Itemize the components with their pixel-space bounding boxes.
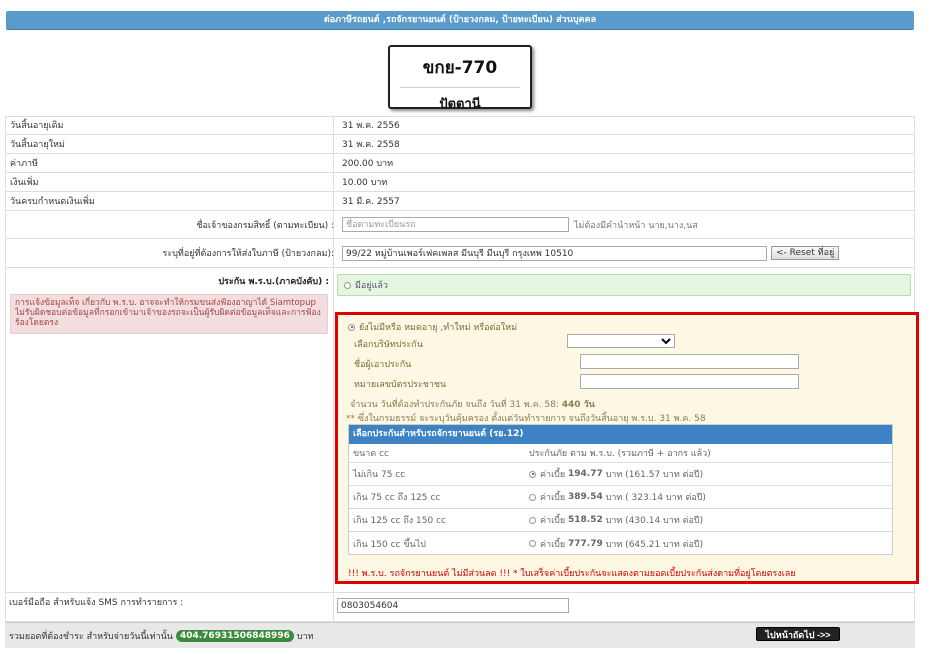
premium-prefix: ค่าเบี้ย xyxy=(540,493,566,503)
no-discount-note: !!! พ.ร.บ. รถจักรยานยนต์ ไม่มีส่วนลด !!!… xyxy=(348,569,796,579)
row-label: วันสิ้นอายุเดิม xyxy=(10,121,64,131)
owner-hint: ไม่ต้องมีคำนำหน้า นาย,นาง,นส xyxy=(574,220,698,231)
id-card-input[interactable] xyxy=(580,374,799,389)
table-row[interactable]: ไม่เกิน 75 cc ค่าเบี้ย 194.77 บาท (161.5… xyxy=(349,463,892,486)
insurance-new-option[interactable]: ยังไม่มีหรือ หมดอายุ ,ทำใหม่ หรือต่อใหม่ xyxy=(348,320,517,334)
row-label: ค่าภาษี xyxy=(10,159,38,169)
premium-prefix: ค่าเบี้ย xyxy=(540,516,566,526)
premium-radio-icon[interactable] xyxy=(529,493,536,501)
address-input[interactable] xyxy=(342,245,767,261)
premium-amount: 194.77 xyxy=(568,469,603,479)
license-plate: ขกย-770 ปัตตานี xyxy=(388,45,532,112)
days-value: 440 วัน xyxy=(561,400,595,410)
premium-table-header: ขนาด cc ประกันภัย ตาม พ.ร.บ. (รวมภาษี + … xyxy=(349,444,892,463)
insurance-have-label: มีอยู่แล้ว xyxy=(355,281,388,291)
address-label: ระบุที่อยู่ที่ต้องการให้ส่งใบภาษี (ป้ายว… xyxy=(162,249,334,259)
insured-name-input[interactable] xyxy=(580,354,799,369)
insurance-existing-option[interactable]: มีอยู่แล้ว xyxy=(337,274,911,296)
premium-amount: 518.52 xyxy=(568,515,603,525)
row-label: เงินเพิ่ม xyxy=(10,178,39,188)
premium-amount: 389.54 xyxy=(568,492,603,502)
row-size: เกิน 150 cc ขึ้นไป xyxy=(353,539,426,550)
company-label: เลือกบริษัทประกัน xyxy=(354,340,423,350)
insurance-label: ประกัน พ.ร.บ.(ภาคบังคับ) : xyxy=(218,277,329,287)
radio-new-icon[interactable] xyxy=(348,323,355,331)
insurance-company-select[interactable] xyxy=(567,334,675,348)
premium-suffix: บาท (161.57 บาท ต่อปี) xyxy=(605,470,704,480)
row-surcharge-due: วันครบกำหนดเงินเพิ่ม 31 มี.ค. 2557 xyxy=(5,192,915,211)
insurance-label-wrap: ประกัน พ.ร.บ.(ภาคบังคับ) : xyxy=(5,274,329,288)
row-value: 31 พ.ค. 2558 xyxy=(342,140,400,150)
table-row[interactable]: เกิน 75 cc ถึง 125 cc ค่าเบี้ย 389.54 บา… xyxy=(349,486,892,509)
row-size: เกิน 125 cc ถึง 150 cc xyxy=(353,516,446,526)
premium-radio-icon[interactable] xyxy=(529,516,536,524)
owner-name-input[interactable] xyxy=(342,217,569,232)
row-value: 10.00 บาท xyxy=(342,178,388,188)
radio-have-icon[interactable] xyxy=(344,281,351,289)
premium-suffix: บาท (430.14 บาท ต่อปี) xyxy=(605,516,704,526)
col-size-header: ขนาด cc xyxy=(353,449,389,459)
row-label: วันสิ้นอายุใหม่ xyxy=(10,140,65,150)
row-owner: ชื่อเจ้าของกรมสิทธิ์ (ตามทะเบียน) : ไม่ต… xyxy=(5,211,915,239)
days-line: จำนวน วันที่ต้องทำประกันภัย จนถึง วันที่… xyxy=(350,397,595,411)
coverage-note: ** ซึ่งในกรมธรรม์ จะระบุวันคุ้มครอง ตั้ง… xyxy=(346,414,706,424)
row-label: วันครบกำหนดเงินเพิ่ม xyxy=(10,197,95,207)
days-text: จำนวน วันที่ต้องทำประกันภัย จนถึง วันที่… xyxy=(350,400,559,410)
sms-phone-input[interactable] xyxy=(337,598,569,613)
premium-prefix: ค่าเบี้ย xyxy=(540,470,566,480)
insurance-new-section: ยังไม่มีหรือ หมดอายุ ,ทำใหม่ หรือต่อใหม่… xyxy=(335,312,919,584)
premium-suffix: บาท ( 323.14 บาท ต่อปี) xyxy=(605,493,706,503)
total-prefix: รวมยอดที่ต้องชำระ สำหรับจ่ายวันนี้เท่านั… xyxy=(9,631,173,642)
plate-divider xyxy=(400,87,520,88)
row-tax: ค่าภาษี 200.00 บาท xyxy=(5,154,915,173)
table-row[interactable]: เกิน 150 cc ขึ้นไป ค่าเบี้ย 777.79 บาท (… xyxy=(349,532,892,555)
row-address: ระบุที่อยู่ที่ต้องการให้ส่งใบภาษี (ป้ายว… xyxy=(5,239,915,268)
premium-suffix: บาท (645.21 บาท ต่อปี) xyxy=(605,539,704,550)
row-size: ไม่เกิน 75 cc xyxy=(353,470,406,480)
total-suffix: บาท xyxy=(296,631,314,642)
reset-address-button[interactable]: <- Reset ที่อยู่ xyxy=(771,246,840,260)
row-value: 200.00 บาท xyxy=(342,159,394,169)
row-value: 31 มี.ค. 2557 xyxy=(342,197,400,207)
insurance-new-label: ยังไม่มีหรือ หมดอายุ ,ทำใหม่ หรือต่อใหม่ xyxy=(359,323,518,333)
premium-prefix: ค่าเบี้ย xyxy=(540,539,566,550)
row-new-expiry: วันสิ้นอายุใหม่ 31 พ.ค. 2558 xyxy=(5,135,915,154)
id-card-label: หมายเลขบัตรประชาชน xyxy=(354,380,447,390)
total-line: รวมยอดที่ต้องชำระ สำหรับจ่ายวันนี้เท่านั… xyxy=(9,623,314,648)
premium-table-title: เลือกประกันสำหรับรถจักรยานยนต์ (รย.12) xyxy=(349,425,892,444)
table-row[interactable]: เกิน 125 cc ถึง 150 cc ค่าเบี้ย 518.52 บ… xyxy=(349,509,892,532)
insured-name-label: ชื่อผู้เอาประกัน xyxy=(354,360,412,370)
row-old-expiry: วันสิ้นอายุเดิม 31 พ.ค. 2556 xyxy=(5,116,915,135)
warning-alert: การแจ้งข้อมูลเท็จ เกี่ยวกับ พ.ร.บ. อาจจะ… xyxy=(10,294,328,334)
premium-radio-icon[interactable] xyxy=(529,540,536,547)
row-surcharge: เงินเพิ่ม 10.00 บาท xyxy=(5,173,915,192)
total-amount-badge: 404.76931506848996 xyxy=(175,629,294,642)
premium-amount: 777.79 xyxy=(568,538,603,549)
owner-label: ชื่อเจ้าของกรมสิทธิ์ (ตามทะเบียน) : xyxy=(196,220,334,231)
col-premium-header: ประกันภัย ตาม พ.ร.บ. (รวมภาษี + อากร แล้… xyxy=(529,449,711,459)
page-header: ต่อภาษีรถยนต์ ,รถจักรยานยนต์ (ป้ายวงกลม,… xyxy=(6,11,914,30)
next-page-button[interactable]: ไปหน้าถัดไป ->> xyxy=(756,627,840,641)
premium-radio-icon[interactable] xyxy=(529,470,536,478)
plate-province: ปัตตานี xyxy=(439,97,481,112)
plate-number: ขกย-770 xyxy=(422,58,498,78)
row-sms: เบอร์มือถือ สำหรับแจ้ง SMS การทำรายการ : xyxy=(5,592,915,622)
sms-label: เบอร์มือถือ สำหรับแจ้ง SMS การทำรายการ : xyxy=(9,598,184,608)
premium-table: เลือกประกันสำหรับรถจักรยานยนต์ (รย.12) ข… xyxy=(348,424,893,555)
row-value: 31 พ.ค. 2556 xyxy=(342,121,400,131)
row-size: เกิน 75 cc ถึง 125 cc xyxy=(353,493,441,503)
